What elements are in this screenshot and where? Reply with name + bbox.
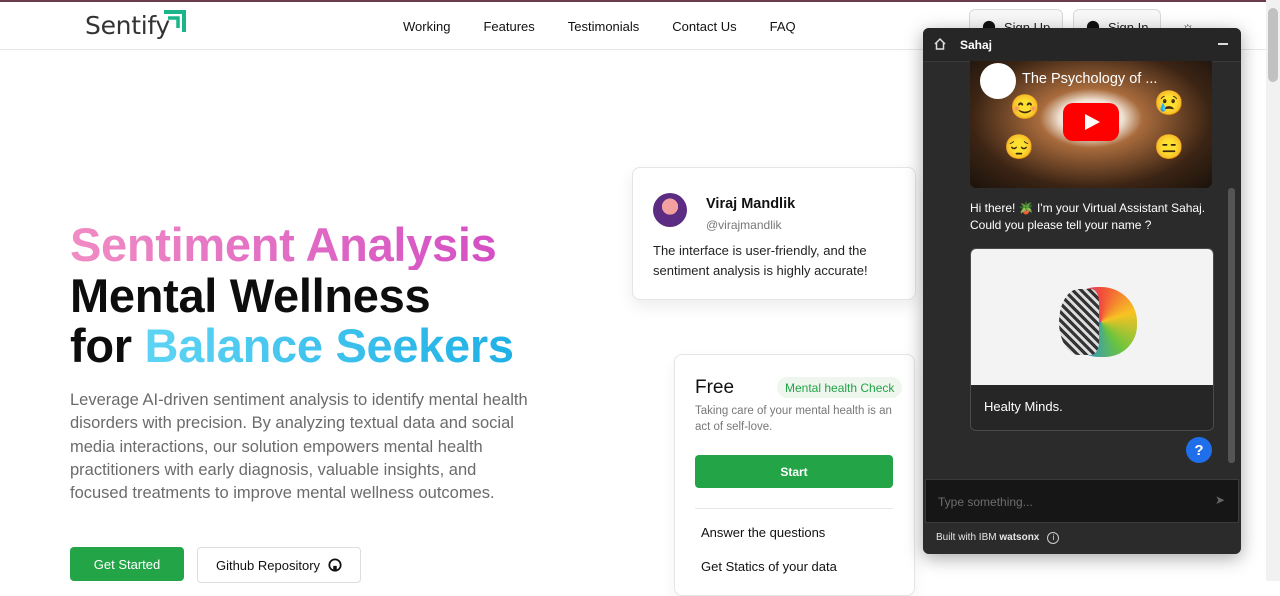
hero-title-line3-prefix: for [70, 319, 145, 372]
brain-illustration [971, 249, 1213, 385]
card-label: Healty Minds. [984, 399, 1063, 414]
get-started-button[interactable]: Get Started [70, 547, 184, 581]
emoji-icon: 😢 [1154, 90, 1184, 117]
footer-brand: watsonx [999, 532, 1040, 543]
chat-widget: Sahaj The Psychology of ... 😊 😔 😢 😑 Hi t… [923, 28, 1241, 554]
plan-badge: Mental health Check [777, 377, 903, 398]
chat-header: Sahaj [923, 28, 1241, 62]
hero-description: Leverage AI-driven sentiment analysis to… [70, 391, 528, 503]
chat-footer: Built with IBM watsonx i [936, 532, 1060, 544]
testimonial-handle: @virajmandlik [706, 218, 782, 232]
avatar [653, 193, 687, 227]
nav-link-testimonials[interactable]: Testimonials [568, 19, 640, 34]
nav-link-faq[interactable]: FAQ [770, 19, 796, 34]
testimonial-card: Viraj Mandlik @virajmandlik The interfac… [632, 167, 916, 300]
testimonial-name: Viraj Mandlik [706, 196, 796, 212]
github-icon [328, 558, 342, 572]
nav-link-working[interactable]: Working [403, 19, 450, 34]
help-button[interactable]: ? [1186, 437, 1212, 463]
image-card[interactable]: Healty Minds. [970, 248, 1214, 431]
chat-input-container: ➤ [925, 479, 1239, 523]
footer-prefix: Built with IBM [936, 532, 1000, 543]
page-scrollbar-thumb[interactable] [1268, 8, 1278, 82]
emoji-icon: 😔 [1004, 134, 1034, 161]
video-thumbnail[interactable]: The Psychology of ... 😊 😔 😢 😑 [970, 61, 1212, 188]
emoji-icon: 😊 [1010, 94, 1040, 121]
github-repository-button[interactable]: Github Repository [197, 547, 361, 583]
hero-title-line3: for Balance Seekers [70, 321, 514, 371]
chat-input[interactable] [936, 492, 1210, 512]
feature-item: Get Statics of your data [701, 559, 837, 574]
pricing-card: Free Mental health Check Taking care of … [674, 354, 915, 596]
send-icon[interactable]: ➤ [1215, 493, 1225, 507]
video-title: The Psychology of ... [1022, 71, 1158, 87]
minimize-icon[interactable] [1218, 43, 1228, 45]
divider [695, 508, 893, 509]
plan-description: Taking care of your mental health is an … [695, 405, 892, 433]
page-scrollbar[interactable] [1266, 0, 1280, 581]
github-repository-label: Github Repository [215, 557, 321, 573]
play-button-icon[interactable] [1063, 103, 1119, 141]
home-icon[interactable] [933, 37, 947, 51]
hero-title-line3-highlight: Balance Seekers [144, 319, 514, 372]
assistant-message: Hi there! 🪴 I'm your Virtual Assistant S… [970, 201, 1206, 232]
logo-arrow-icon [164, 10, 186, 32]
emoji-icon: 😑 [1154, 134, 1184, 161]
brand-logo[interactable]: Sentify [85, 11, 170, 40]
nav-link-features[interactable]: Features [483, 19, 534, 34]
chat-scrollbar[interactable] [1228, 188, 1235, 463]
feature-item: Answer the questions [701, 525, 826, 540]
info-icon[interactable]: i [1047, 532, 1060, 544]
nav-link-contact[interactable]: Contact Us [672, 19, 736, 34]
chat-title: Sahaj [960, 38, 993, 52]
plan-name: Free [695, 377, 735, 398]
start-button[interactable]: Start [695, 455, 893, 488]
hero-title-line1: Sentiment Analysis [70, 218, 497, 271]
testimonial-quote: The interface is user-friendly, and the … [653, 243, 868, 278]
brain-sketch-image [1059, 289, 1099, 355]
nav-links: Working Features Testimonials Contact Us… [403, 19, 829, 34]
hero-title-line2: Mental Wellness [70, 269, 431, 322]
